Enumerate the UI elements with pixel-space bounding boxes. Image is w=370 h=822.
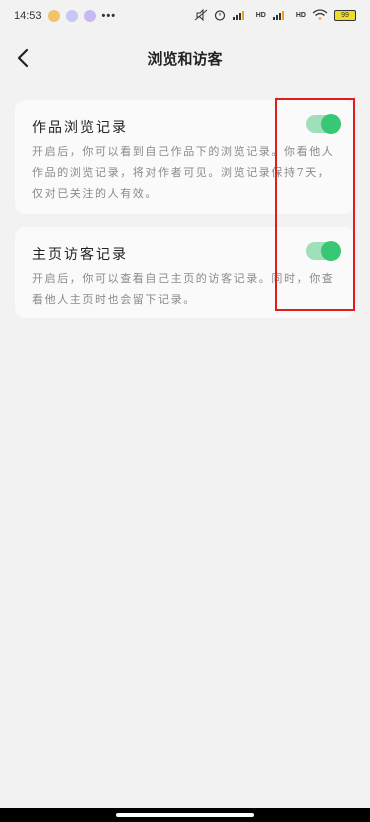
status-right: HD HD 99 [194,9,356,21]
signal-hd-icon [232,11,244,20]
works-view-record-title: 作品浏览记录 [32,120,128,136]
status-time: 14:53 [14,10,42,22]
flower-notification-icon-2 [83,10,96,22]
signal-hd-icon-2 [272,11,284,20]
top-navigation: 浏览和访客 [0,40,370,76]
wifi-icon [312,9,328,20]
annotation-highlight-box [275,98,355,311]
status-bar: 14:53 ••• HD HD 99 [0,0,370,32]
app-notification-icon [47,10,60,22]
battery-icon: 99 [334,9,356,21]
alarm-icon [214,10,225,21]
home-bar[interactable] [116,813,254,817]
page-title: 浏览和访客 [147,50,223,68]
flower-notification-icon [65,10,78,22]
more-notifications-icon: ••• [101,10,117,22]
signal-hd-label-1: HD [255,11,266,19]
signal-hd-label-2: HD [295,11,306,19]
status-left: 14:53 ••• [14,10,116,22]
homepage-visitor-record-title: 主页访客记录 [32,247,128,263]
home-indicator [0,808,370,822]
mute-icon [194,9,208,21]
